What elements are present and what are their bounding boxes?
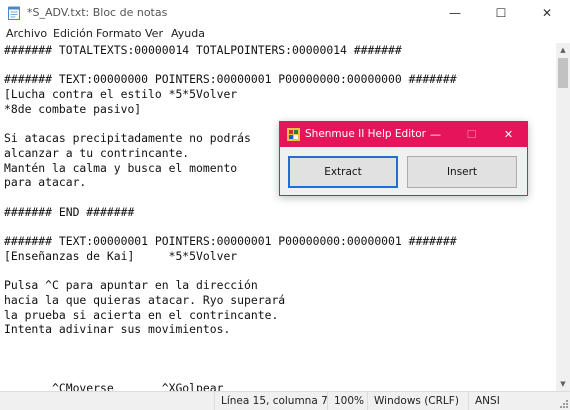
scrollbar-thumb[interactable] [558,58,568,88]
status-zoom: 100% [327,392,367,410]
dialog-title: Shenmue II Help Editor [305,128,426,140]
insert-button[interactable]: Insert [407,156,517,188]
vertical-scrollbar[interactable]: ▲ ▼ [556,43,570,391]
notepad-titlebar[interactable]: *S_ADV.txt: Bloc de notas — ☐ ✕ [0,0,570,26]
status-bar: Línea 15, columna 7 100% Windows (CRLF) … [0,391,570,410]
dialog-close-button[interactable]: ✕ [490,122,527,147]
dialog-minimize-button[interactable]: — [417,122,454,147]
document-text[interactable]: ####### TOTALTEXTS:00000014 TOTALPOINTER… [4,43,457,391]
extract-button[interactable]: Extract [288,156,398,188]
scroll-down-arrow-icon[interactable]: ▼ [556,377,570,391]
status-cursor-position: Línea 15, columna 7 [214,392,328,410]
status-encoding: ANSI [468,392,556,410]
menu-bar: Archivo Edición Formato Ver Ayuda [0,26,570,43]
window-title: *S_ADV.txt: Bloc de notas [27,6,168,19]
menu-edicion[interactable]: Edición [53,27,93,40]
minimize-button[interactable]: — [432,0,478,26]
menu-formato[interactable]: Formato [96,27,142,40]
menu-ver[interactable]: Ver [145,27,163,40]
scroll-up-arrow-icon[interactable]: ▲ [556,43,570,57]
notepad-window: *S_ADV.txt: Bloc de notas — ☐ ✕ Archivo … [0,0,570,410]
menu-ayuda[interactable]: Ayuda [171,27,205,40]
text-editor-area[interactable]: ####### TOTALTEXTS:00000014 TOTALPOINTER… [0,43,556,391]
dialog-titlebar[interactable]: Shenmue II Help Editor — ☐ ✕ [280,122,527,147]
dialog-maximize-button: ☐ [466,128,477,141]
notepad-app-icon [8,6,20,20]
maximize-button[interactable]: ☐ [478,0,524,26]
menu-archivo[interactable]: Archivo [6,27,47,40]
help-editor-dialog: Shenmue II Help Editor — ☐ ✕ Extract Ins… [279,121,528,196]
help-editor-app-icon [287,128,300,141]
resize-grip-icon[interactable] [560,400,568,408]
status-line-ending: Windows (CRLF) [367,392,468,410]
close-button[interactable]: ✕ [524,0,570,26]
